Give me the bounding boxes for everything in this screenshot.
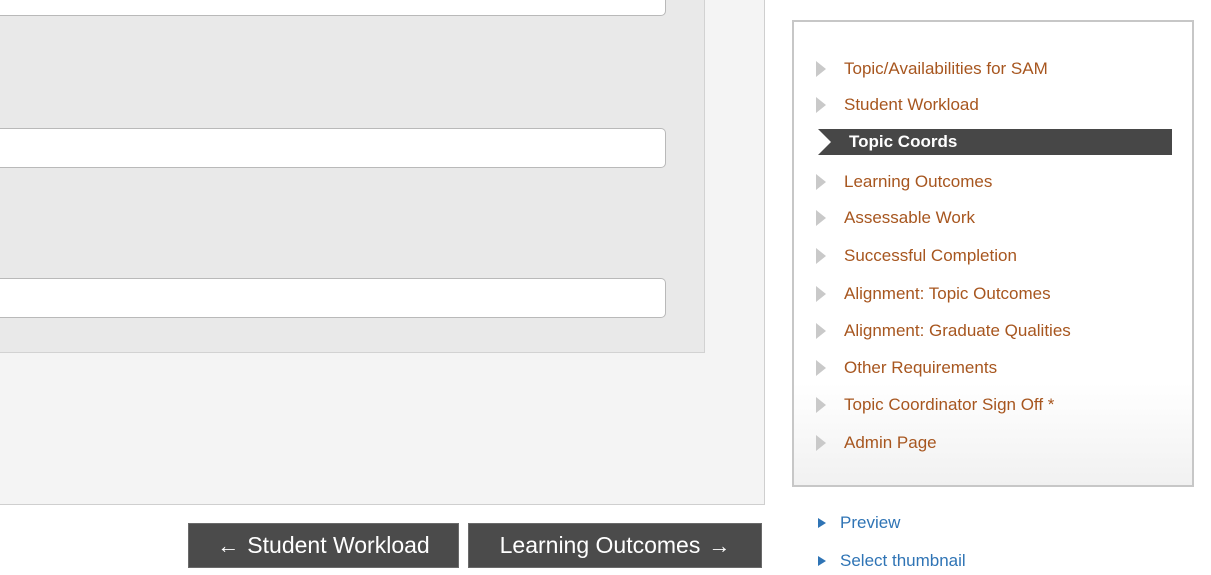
menu-item-label: Admin Page [844, 433, 937, 452]
select-thumbnail-link-label: Select thumbnail [840, 551, 966, 570]
triangle-right-icon [816, 323, 826, 339]
menu-item-label: Learning Outcomes [844, 172, 993, 191]
menu-item-successful-completion[interactable]: Successful Completion [816, 243, 1174, 269]
menu-item-assessable-work[interactable]: Assessable Work [816, 205, 1174, 231]
menu-item-alignment-graduate-qualities[interactable]: Alignment: Graduate Qualities [816, 318, 1174, 344]
menu-item-topic-availabilities[interactable]: Topic/Availabilities for SAM [816, 56, 1174, 82]
menu-item-student-workload[interactable]: Student Workload [816, 92, 1174, 118]
triangle-right-icon [816, 97, 826, 113]
form-fieldset [0, 0, 705, 353]
prev-page-button[interactable]: ← Student Workload [188, 523, 459, 568]
chevron-right-icon [818, 129, 831, 155]
triangle-right-icon [816, 286, 826, 302]
next-page-button[interactable]: Learning Outcomes → [468, 523, 762, 568]
menu-item-label: Topic/Availabilities for SAM [844, 59, 1048, 78]
bullet-triangle-icon [818, 518, 826, 528]
menu-item-topic-coords[interactable]: Topic Coords [818, 129, 1172, 155]
next-page-label: Learning Outcomes [499, 532, 701, 558]
text-input-1[interactable] [0, 128, 666, 168]
menu-item-topic-coordinator-sign-off[interactable]: Topic Coordinator Sign Off * [816, 392, 1174, 418]
menu-item-other-requirements[interactable]: Other Requirements [816, 355, 1174, 381]
triangle-right-icon [816, 435, 826, 451]
menu-item-label: Successful Completion [844, 246, 1017, 265]
bullet-triangle-icon [818, 556, 826, 566]
triangle-right-icon [816, 248, 826, 264]
menu-item-label: Assessable Work [844, 208, 976, 227]
arrow-left-icon: ← [217, 532, 240, 558]
menu-item-label: Alignment: Topic Outcomes [844, 284, 1051, 303]
menu-item-label: Student Workload [844, 95, 979, 114]
main-form-panel [0, 0, 765, 505]
menu-item-learning-outcomes[interactable]: Learning Outcomes [816, 169, 1174, 195]
menu-item-label: Alignment: Graduate Qualities [844, 321, 1071, 340]
menu-item-label: Other Requirements [844, 358, 998, 377]
select-thumbnail-link[interactable]: Select thumbnail [818, 551, 966, 571]
menu-item-alignment-topic-outcomes[interactable]: Alignment: Topic Outcomes [816, 281, 1174, 307]
section-menu: Topic/Availabilities for SAM Student Wor… [792, 20, 1194, 487]
preview-link[interactable]: Preview [818, 513, 900, 533]
triangle-right-icon [816, 397, 826, 413]
triangle-right-icon [816, 61, 826, 77]
arrow-right-icon: → [708, 532, 731, 558]
menu-item-label: Topic Coords [849, 132, 958, 151]
text-input-2[interactable] [0, 278, 666, 318]
triangle-right-icon [816, 360, 826, 376]
triangle-right-icon [816, 210, 826, 226]
prev-page-label: Student Workload [247, 532, 430, 558]
text-input-top[interactable] [0, 0, 666, 16]
preview-link-label: Preview [840, 513, 901, 532]
triangle-right-icon [816, 174, 826, 190]
menu-item-label: Topic Coordinator Sign Off * [844, 395, 1055, 414]
menu-item-admin-page[interactable]: Admin Page [816, 430, 1174, 456]
